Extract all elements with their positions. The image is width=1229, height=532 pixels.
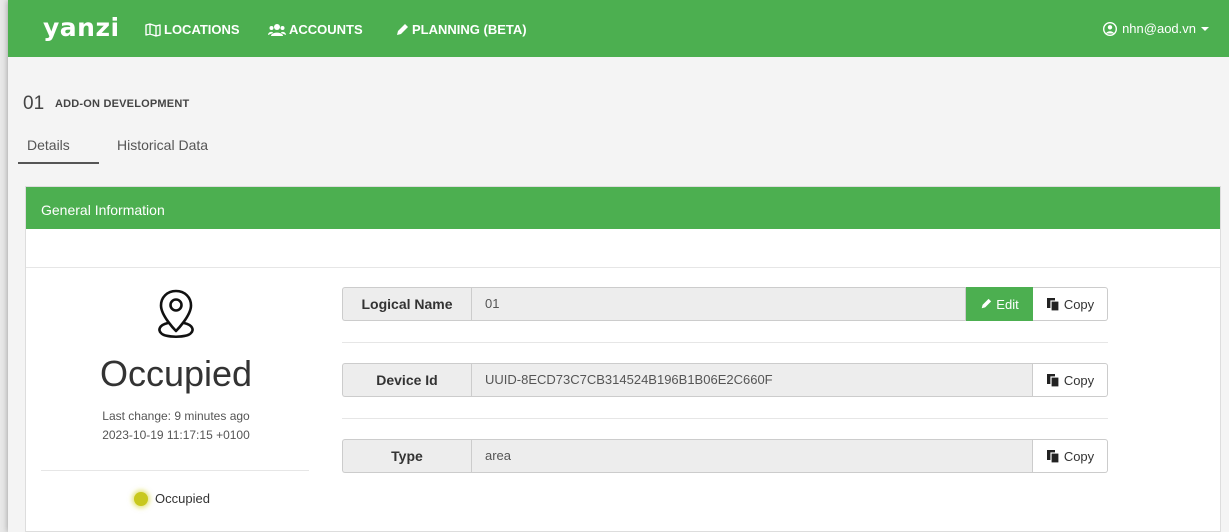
users-icon xyxy=(268,23,286,36)
field-label: Logical Name xyxy=(342,287,471,321)
panel-title: General Information xyxy=(41,202,165,218)
panel-divider xyxy=(26,267,1220,268)
edit-button[interactable]: Edit xyxy=(966,287,1033,321)
nav-planning-label: PLANNING (BETA) xyxy=(412,22,527,37)
map-pin-icon xyxy=(158,289,194,339)
nav-accounts[interactable]: ACCOUNTS xyxy=(268,22,363,37)
device-id-value: UUID-8ECD73C7CB314524B196B1B06E2C660F xyxy=(471,363,1033,397)
location-code: 01 xyxy=(23,93,45,114)
row-divider xyxy=(342,342,1108,343)
type-value: area xyxy=(471,439,1033,473)
field-row-type: Type area Copy xyxy=(342,439,1108,473)
copy-button[interactable]: Copy xyxy=(1033,363,1108,397)
nav-accounts-label: ACCOUNTS xyxy=(289,22,363,37)
last-change-text: Last change: 9 minutes ago xyxy=(102,409,250,423)
user-circle-icon xyxy=(1103,21,1118,36)
last-change-timestamp: 2023-10-19 11:17:15 +0100 xyxy=(102,428,250,442)
field-label: Type xyxy=(342,439,471,473)
app-window: yanzi LOCATIONS ACCOUNTS PLANNING (BETA) xyxy=(8,0,1229,532)
copy-button-label: Copy xyxy=(1063,372,1095,388)
tab-historical-data[interactable]: Historical Data xyxy=(117,137,208,153)
field-row-device-id: Device Id UUID-8ECD73C7CB314524B196B1B06… xyxy=(342,363,1108,397)
copy-button-label: Copy xyxy=(1063,296,1095,312)
copy-icon xyxy=(1046,298,1060,311)
page-title: ADD-ON DEVELOPMENT xyxy=(55,98,190,110)
row-divider xyxy=(342,418,1108,419)
field-label: Device Id xyxy=(342,363,471,397)
page-header: 01 ADD-ON DEVELOPMENT Details Historical… xyxy=(8,57,1229,167)
copy-button-label: Copy xyxy=(1063,448,1095,464)
nav-planning[interactable]: PLANNING (BETA) xyxy=(395,22,527,37)
field-row-logical-name: Logical Name 01 Edit Copy xyxy=(342,287,1108,321)
general-information-panel: General Information Occupied Last change… xyxy=(25,186,1221,532)
active-tab-indicator xyxy=(18,162,99,164)
caret-down-icon xyxy=(1201,26,1209,31)
user-email: nhn@aod.vn xyxy=(1122,21,1196,36)
copy-button[interactable]: Copy xyxy=(1033,287,1108,321)
panel-header: General Information xyxy=(26,187,1220,229)
tab-details[interactable]: Details xyxy=(27,137,70,153)
copy-icon xyxy=(1046,450,1060,463)
status-value: Occupied xyxy=(99,353,253,394)
brand-logo[interactable]: yanzi xyxy=(43,13,120,42)
status-divider xyxy=(41,470,309,471)
nav-locations-label: LOCATIONS xyxy=(164,22,240,37)
nav-locations[interactable]: LOCATIONS xyxy=(145,22,240,37)
edit-button-label: Edit xyxy=(996,296,1019,312)
user-menu[interactable]: nhn@aod.vn xyxy=(1103,21,1209,36)
status-legend-label: Occupied xyxy=(155,491,210,506)
copy-button[interactable]: Copy xyxy=(1033,439,1108,473)
status-dot-icon xyxy=(134,491,148,506)
logical-name-value: 01 xyxy=(471,287,966,321)
copy-icon xyxy=(1046,374,1060,387)
pencil-icon xyxy=(982,298,992,309)
status-legend: Occupied xyxy=(134,491,210,506)
top-navbar: yanzi LOCATIONS ACCOUNTS PLANNING (BETA) xyxy=(8,0,1229,57)
pencil-icon xyxy=(397,23,408,35)
map-icon xyxy=(145,22,161,37)
